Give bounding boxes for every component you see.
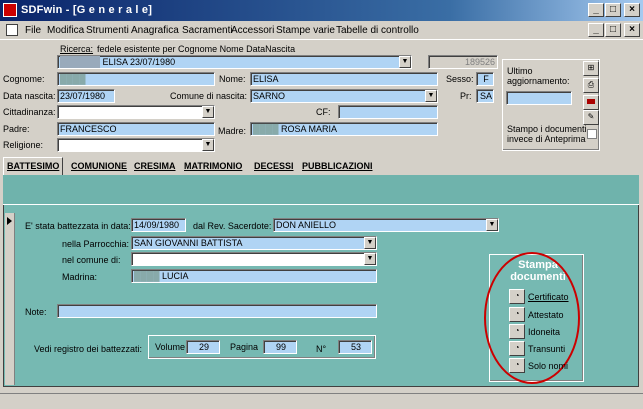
child-restore-button[interactable]: □ [605,23,621,37]
cf-field[interactable] [338,105,438,119]
print-icon[interactable]: ⎙ [583,78,599,93]
chevron-down-icon[interactable]: ▼ [202,139,214,151]
record-id-field: 189526 [428,55,498,69]
menu-anagrafica[interactable]: Anagrafica [131,25,179,36]
volume-label: Volume [155,342,186,352]
title-bar: SDFwin - [G e n e r a l e] _ □ × [0,0,643,21]
religione-combo[interactable]: ▼ [57,138,215,152]
cf-label: CF: [316,107,331,117]
search-label: Ricerca: [60,44,94,54]
numero-label: N° [316,344,327,354]
solo-nomi-button[interactable]: Solo nomi [528,361,568,371]
search-combo[interactable]: xx ELISA 23/07/1980 ▼ [57,55,412,69]
padre-label: Padre: [3,124,30,134]
comune-label: nel comune di: [62,255,121,265]
data-nascita-label: Data nascita: [3,91,56,101]
chevron-down-icon[interactable]: ▼ [399,56,411,68]
idoneita-icon[interactable]: ◔ [509,324,525,339]
tab-comunione[interactable]: COMUNIONE [68,158,130,175]
cittadinanza-combo[interactable]: ▼ [57,105,215,119]
battesimo-data-field[interactable]: 14/09/1980 [131,218,186,232]
menu-bar: File Modifica Strumenti Anagrafica Sacra… [0,21,643,40]
cognome-field[interactable]: ████ [57,72,215,86]
status-bar [0,393,643,409]
numero-field[interactable]: 53 [338,340,372,354]
comune-nascita-combo[interactable]: SARNO ▼ [250,89,438,103]
tab-matrimonio[interactable]: MATRIMONIO [181,158,245,175]
update-label: Ultimo aggiornamento: [507,66,570,86]
menu-sacramenti[interactable]: Sacramenti [182,25,233,36]
religione-label: Religione: [3,140,44,150]
menu-stampe-varie[interactable]: Stampe varie [276,25,335,36]
preview-label: Stampo i documenti invece di Anteprima [507,124,587,144]
note-label: Note: [25,307,47,317]
cittadinanza-label: Cittadinanza: [3,107,56,117]
tab-decessi[interactable]: DECESSI [251,158,297,175]
update-date-field [506,91,572,105]
certificato-button[interactable]: Certificato [528,292,569,302]
search-hint: fedele esistente per Cognome Nome DataNa… [97,44,296,54]
idoneita-button[interactable]: Idoneita [528,327,560,337]
maximize-button[interactable]: □ [605,3,621,17]
sesso-label: Sesso: [446,74,474,84]
certificato-icon[interactable]: ◔ [509,289,525,304]
madre-label: Madre: [218,126,247,136]
cognome-label: Cognome: [3,74,45,84]
parrocchia-label: nella Parrocchia: [62,239,130,249]
volume-field[interactable]: 29 [186,340,220,354]
menu-strumenti[interactable]: Strumenti [86,25,129,36]
data-nascita-field[interactable]: 23/07/1980 [57,89,115,103]
menu-modifica[interactable]: Modifica [47,25,84,36]
chevron-down-icon[interactable]: ▼ [364,253,376,265]
attestato-button[interactable]: Attestato [528,310,564,320]
madre-field[interactable]: ████ ROSA MARIA [250,122,438,136]
current-record-icon [7,217,12,225]
pagina-label: Pagina [230,342,259,352]
window-title: SDFwin - [G e n e r a l e] [21,4,153,16]
note-field[interactable] [57,304,377,318]
comune-nascita-label: Comune di nascita: [170,91,248,101]
chevron-down-icon[interactable]: ▼ [364,237,376,249]
tab-cresima[interactable]: CRESIMA [131,158,179,175]
pagina-field[interactable]: 99 [263,340,297,354]
app-icon [3,3,17,17]
preview-checkbox[interactable] [587,129,597,139]
menu-accessori[interactable]: Accessori [231,25,274,36]
record-selector[interactable] [5,213,15,385]
save-icon[interactable]: ⊞ [583,61,599,76]
madrina-field[interactable]: ████ LUCIA [131,269,377,283]
padre-field[interactable]: FRANCESCO [57,122,215,136]
close-button[interactable]: × [624,3,640,17]
battesimo-data-label: E' stata battezzata in data: [25,221,131,231]
registro-label: Vedi registro dei battezzati: [34,344,143,354]
panel-header [3,175,639,205]
pr-field[interactable]: SA [476,89,494,103]
pr-label: Pr: [460,91,472,101]
child-close-button[interactable]: × [624,23,640,37]
solo-nomi-icon[interactable]: ◔ [509,358,525,373]
attestato-icon[interactable]: ◔ [509,307,525,322]
chevron-down-icon[interactable]: ▼ [425,90,437,102]
record-icon[interactable] [583,95,599,110]
chevron-down-icon[interactable]: ▼ [202,106,214,118]
minimize-button[interactable]: _ [588,3,604,17]
menu-file[interactable]: File [25,25,41,36]
edit-icon[interactable]: ✎ [583,110,599,125]
child-minimize-button[interactable]: _ [588,23,604,37]
document-icon[interactable] [6,24,18,36]
comune-combo[interactable]: ▼ [131,252,377,266]
tab-pubblicazioni[interactable]: PUBBLICAZIONI [299,158,376,175]
sacerdote-combo[interactable]: DON ANIELLO ▼ [273,218,499,232]
sesso-field[interactable]: F [476,72,494,86]
menu-tabelle[interactable]: Tabelle di controllo [336,25,419,36]
transunti-button[interactable]: Transunti [528,344,565,354]
transunti-icon[interactable]: ◔ [509,341,525,356]
tab-battesimo[interactable]: BATTESIMO [3,157,64,176]
nome-field[interactable]: ELISA [250,72,438,86]
parrocchia-combo[interactable]: SAN GIOVANNI BATTISTA ▼ [131,236,377,250]
chevron-down-icon[interactable]: ▼ [486,219,498,231]
madrina-label: Madrina: [62,272,98,282]
nome-label: Nome: [219,74,246,84]
sacerdote-label: dal Rev. Sacerdote: [193,221,272,231]
